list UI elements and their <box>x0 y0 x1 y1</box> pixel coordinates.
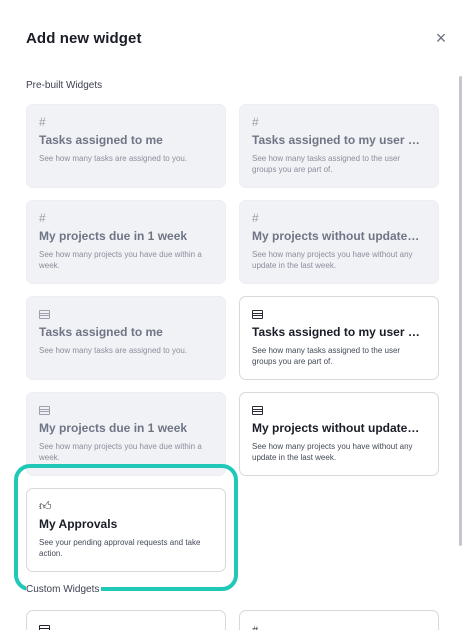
widget-description: See how many projects you have due withi… <box>39 250 202 270</box>
list-icon <box>39 625 50 630</box>
widget-card[interactable]: # Tasks assigned to me See how many task… <box>26 104 226 188</box>
hash-icon: # <box>252 211 259 225</box>
prebuilt-widgets-label: Pre-built Widgets <box>26 80 103 91</box>
widget-title: Tasks assigned to my user groups <box>252 133 426 147</box>
custom-widget-card[interactable] <box>26 610 226 630</box>
hash-icon: # <box>39 115 46 129</box>
widget-description: See how many tasks are assigned to you. <box>39 154 188 163</box>
widget-card[interactable]: My projects due in 1 week See how many p… <box>26 392 226 476</box>
widget-title: My projects due in 1 week <box>39 421 188 435</box>
widget-card[interactable]: Tasks assigned to my user groups See how… <box>239 296 439 380</box>
list-icon <box>252 403 426 417</box>
widget-card[interactable]: # My projects without updates sin... See… <box>239 200 439 284</box>
list-icon <box>39 403 213 417</box>
widget-card[interactable]: # Tasks assigned to my user groups See h… <box>239 104 439 188</box>
hash-icon: # <box>252 115 259 129</box>
widget-title: My projects due in 1 week <box>39 229 188 243</box>
widget-title: My projects without updates sin... <box>252 421 426 435</box>
widget-card[interactable]: Tasks assigned to me See how many tasks … <box>26 296 226 380</box>
widget-title: My projects without updates sin... <box>252 229 426 243</box>
scrollbar[interactable] <box>459 76 462 546</box>
list-icon <box>39 307 213 321</box>
widget-description: See how many tasks assigned to the user … <box>252 346 401 366</box>
custom-widgets-label: Custom Widgets <box>26 584 102 595</box>
widget-title: Tasks assigned to me <box>39 133 163 147</box>
widget-title: Tasks assigned to my user groups <box>252 325 426 339</box>
custom-widget-card[interactable]: # <box>239 610 439 630</box>
widget-description: See how many tasks assigned to the user … <box>252 154 401 174</box>
widget-card[interactable]: My projects without updates sin... See h… <box>239 392 439 476</box>
dialog-header: Add new widget × <box>26 29 450 50</box>
widget-description: See how many projects you have without a… <box>252 250 413 270</box>
list-icon <box>252 307 426 321</box>
my-approvals-card[interactable]: 👍︎ My Approvals See your pending approva… <box>26 488 226 572</box>
close-icon[interactable]: × <box>432 29 450 48</box>
dialog-title: Add new widget <box>26 30 142 47</box>
widget-card[interactable]: # My projects due in 1 week See how many… <box>26 200 226 284</box>
hash-icon: # <box>39 211 46 225</box>
widget-description: See how many projects you have due withi… <box>39 442 202 462</box>
widget-title: My Approvals <box>39 517 118 531</box>
widget-description: See how many projects you have without a… <box>252 442 413 462</box>
widget-description: See your pending approval requests and t… <box>39 538 201 558</box>
thumbs-up-icon: 👍︎ <box>39 499 52 513</box>
widget-title: Tasks assigned to me <box>39 325 163 339</box>
widget-description: See how many tasks are assigned to you. <box>39 346 188 355</box>
hash-icon: # <box>252 625 258 630</box>
